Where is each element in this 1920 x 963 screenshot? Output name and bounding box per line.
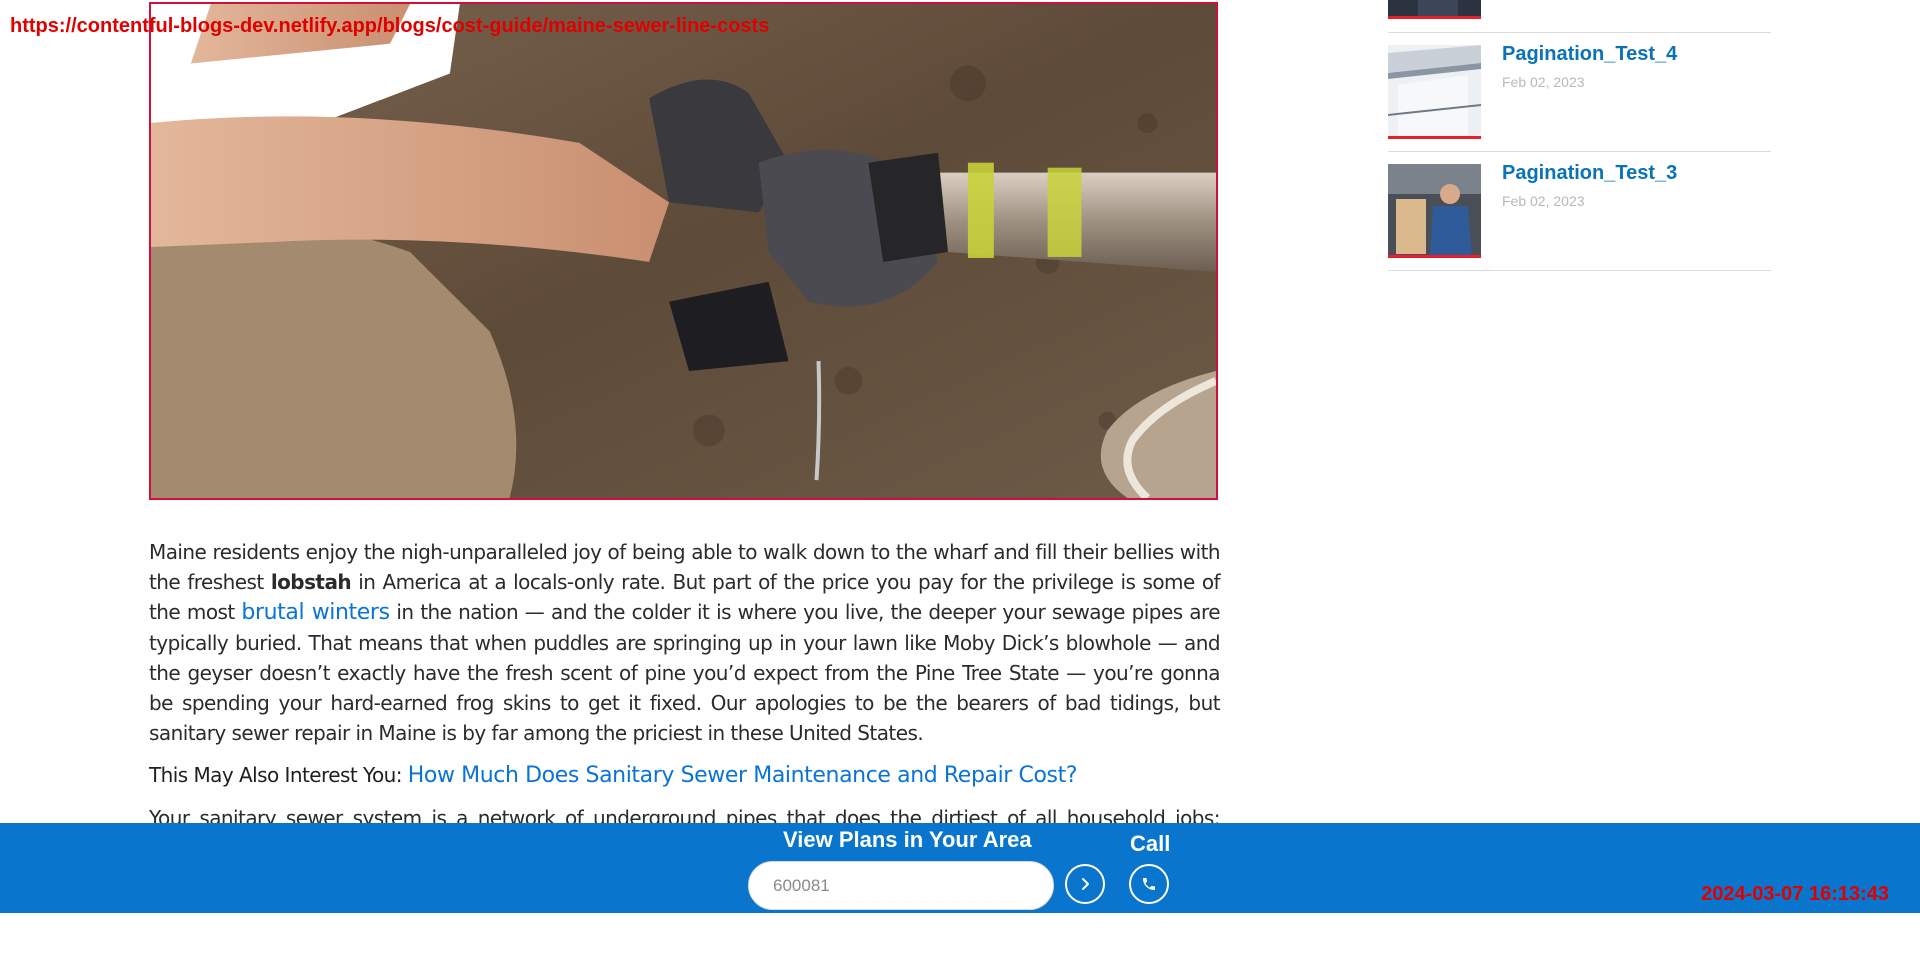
house-gutter-icon	[1388, 45, 1481, 136]
url-overlay: https://contentful-blogs-dev.netlify.app…	[10, 15, 770, 37]
view-plans-bar: View Plans in Your Area Call	[0, 823, 1920, 913]
chevron-right-icon	[1082, 878, 1089, 890]
post-title[interactable]: Pagination_Test_4	[1502, 43, 1677, 66]
post-thumbnail[interactable]	[1388, 0, 1481, 19]
sidebar-item-pagination-test-3[interactable]: Pagination_Test_3 Feb 02, 2023	[1388, 152, 1771, 271]
article-body: Maine residents enjoy the nigh-unparalle…	[149, 537, 1221, 863]
zip-code-input[interactable]	[748, 861, 1054, 910]
sidebar-recent-posts: Pagination_Test_4 Feb 02, 2023 Paginatio…	[1388, 0, 1771, 271]
related-label: This May Also Interest You:	[149, 763, 408, 787]
post-date: Feb 02, 2023	[1502, 74, 1585, 90]
call-label: Call	[1130, 831, 1171, 856]
thumbnail-icon	[1388, 0, 1481, 16]
technician-thumbnail[interactable]	[1388, 164, 1481, 258]
house-gutter-thumbnail[interactable]	[1388, 45, 1481, 139]
zip-submit-button[interactable]	[1065, 864, 1105, 904]
post-date: Feb 02, 2023	[1502, 193, 1585, 209]
page-bottom-area	[0, 913, 1920, 963]
sidebar-item-partial	[1388, 0, 1771, 33]
call-button[interactable]	[1129, 864, 1169, 904]
view-plans-title: View Plans in Your Area	[783, 827, 1032, 852]
phone-icon	[1143, 878, 1155, 890]
article-paragraph: Maine residents enjoy the nigh-unparalle…	[149, 537, 1221, 748]
bold-term: lobstah	[270, 570, 352, 594]
brutal-winters-link[interactable]: brutal winters	[241, 600, 390, 625]
sewer-pipe-repair-photo	[151, 4, 1216, 498]
post-title[interactable]: Pagination_Test_3	[1502, 162, 1677, 185]
related-article-link[interactable]: How Much Does Sanitary Sewer Maintenance…	[408, 763, 1078, 788]
timestamp-overlay: 2024-03-07 16:13:43	[1701, 883, 1889, 905]
technician-icon	[1388, 164, 1481, 255]
hero-image	[149, 2, 1218, 500]
sidebar-item-pagination-test-4[interactable]: Pagination_Test_4 Feb 02, 2023	[1388, 33, 1771, 152]
related-article: This May Also Interest You: How Much Doe…	[149, 760, 1220, 791]
